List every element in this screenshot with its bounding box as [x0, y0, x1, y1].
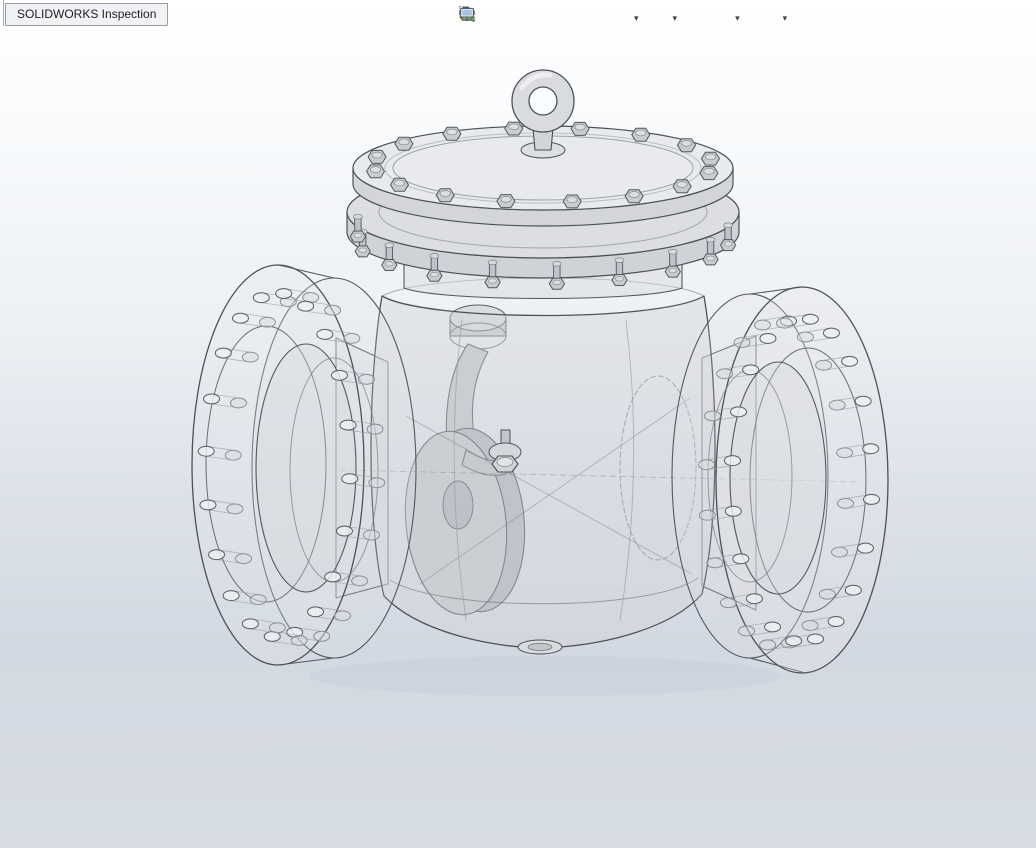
edit-appearance-button[interactable]	[460, 6, 709, 30]
apply-scene-dropdown-arrow[interactable]: ▾	[733, 6, 742, 30]
view-settings-button[interactable]	[459, 6, 781, 30]
view-settings-dropdown-arrow[interactable]: ▾	[781, 6, 790, 30]
graphics-viewport[interactable]: SOLIDWORKS Inspection ▾ ▾ ▾ ▾	[0, 0, 1036, 848]
measure-button[interactable]	[459, 6, 578, 30]
inspection-panel-tab[interactable]: SOLIDWORKS Inspection	[5, 3, 169, 26]
view-orientation-dropdown-arrow[interactable]: ▾	[632, 6, 641, 30]
hide-show-items-dropdown-arrow[interactable]: ▾	[671, 6, 680, 30]
section-view-button[interactable]	[459, 6, 554, 30]
heads-up-toolbar: ▾ ▾ ▾ ▾	[458, 5, 789, 31]
hide-show-items-button[interactable]	[458, 6, 671, 30]
left-flange[interactable]	[191, 264, 417, 666]
apply-scene-button[interactable]	[460, 6, 733, 30]
zoom-in-out-button[interactable]	[459, 6, 530, 30]
view-orientation-button[interactable]	[460, 6, 632, 30]
valve-3d-model[interactable]	[0, 0, 1036, 848]
zoom-to-area-button[interactable]	[459, 6, 506, 30]
model-shadow	[310, 656, 780, 696]
view-settings-icon	[459, 7, 475, 21]
panel-edge	[3, 0, 4, 26]
right-flange[interactable]	[671, 286, 889, 674]
annotation-view-button[interactable]	[460, 6, 602, 30]
